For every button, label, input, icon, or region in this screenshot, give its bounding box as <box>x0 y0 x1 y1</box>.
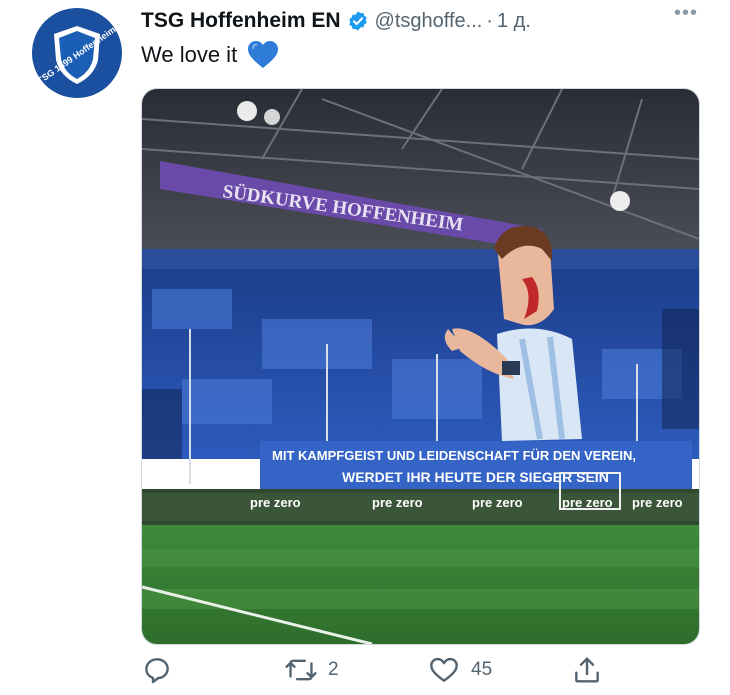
separator-dot: · <box>486 9 493 32</box>
tweet-text-content: We love it <box>141 42 238 67</box>
tweet-media-photo[interactable]: SÜDKURVE HOFFENHEIM MIT KAMPFGEIST UND L… <box>141 88 700 645</box>
retweet-button[interactable]: 2 <box>284 650 339 690</box>
blue-heart-emoji-icon <box>247 40 279 70</box>
ad-board-3: pre zero <box>472 495 523 510</box>
share-icon <box>575 657 599 683</box>
retweet-icon <box>285 659 317 681</box>
ad-board-5: pre zero <box>632 495 683 510</box>
timestamp[interactable]: 1 д. <box>497 10 531 33</box>
tweet-text: We love it <box>141 40 279 70</box>
stadium-photo: SÜDKURVE HOFFENHEIM MIT KAMPFGEIST UND L… <box>142 89 699 644</box>
reply-icon <box>145 658 169 684</box>
verified-badge-icon <box>347 10 369 32</box>
more-options-icon[interactable]: ••• <box>674 2 698 25</box>
tsg-crest-logo: TSG 1899 Hoffenheim <box>35 24 117 86</box>
author-name[interactable]: TSG Hoffenheim EN <box>141 9 341 33</box>
avatar[interactable]: TSG 1899 Hoffenheim <box>32 8 122 98</box>
ad-board-1: pre zero <box>250 495 301 510</box>
fan-banner-line-2: WERDET IHR HEUTE DER SIEGER SEIN <box>342 469 609 485</box>
tweet-header: TSG Hoffenheim EN @tsghoffe... · 1 д. <box>141 6 710 36</box>
reply-button[interactable] <box>141 650 183 690</box>
author-handle[interactable]: @tsghoffe... <box>375 10 483 33</box>
like-icon <box>430 657 458 682</box>
like-count: 45 <box>471 659 493 680</box>
ad-board-4: pre zero <box>562 495 613 510</box>
fan-banner-line-1: MIT KAMPFGEIST UND LEIDENSCHAFT FÜR DEN … <box>272 448 636 463</box>
ad-board-2: pre zero <box>372 495 423 510</box>
share-button[interactable] <box>571 650 613 690</box>
like-button[interactable]: 45 <box>427 650 492 690</box>
retweet-count: 2 <box>328 659 339 680</box>
tweet-actions: 2 45 <box>141 650 621 690</box>
